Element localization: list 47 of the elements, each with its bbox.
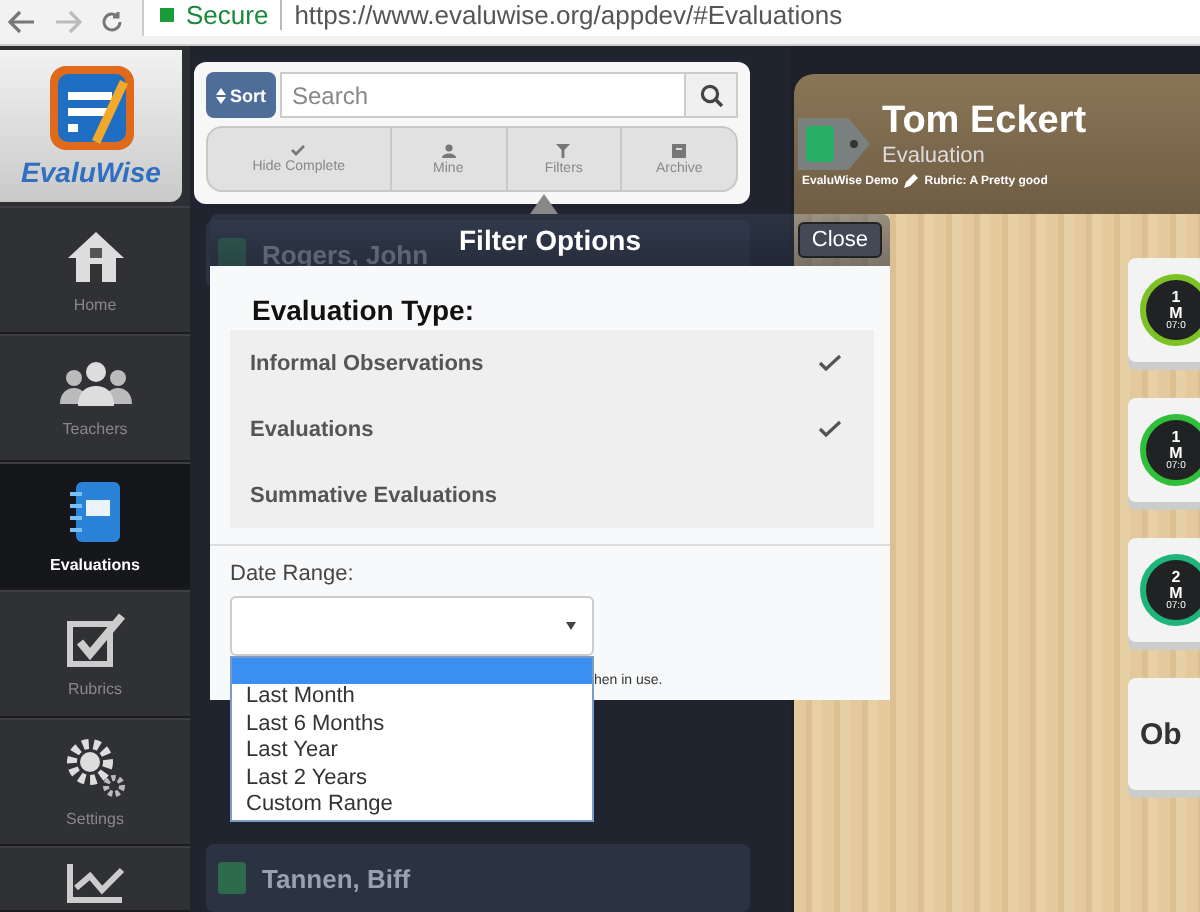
lock-icon [160, 7, 174, 21]
event-card[interactable]: Ob [1128, 678, 1200, 790]
list-item[interactable]: Tannen, Biff [206, 844, 750, 912]
dropdown-option[interactable]: Last 2 Years [232, 765, 592, 792]
secure-label: Secure [186, 0, 283, 29]
sort-icon [216, 87, 226, 103]
logo-icon [47, 64, 135, 152]
check-icon [290, 144, 307, 156]
sidebar-item[interactable]: Settings [0, 718, 190, 846]
sidebar-item[interactable]: Rubrics [0, 590, 190, 718]
type-option[interactable]: Informal Observations [250, 330, 854, 396]
people-icon [57, 359, 133, 407]
section-heading: Evaluation Type: [250, 292, 476, 330]
home-icon [65, 227, 125, 283]
dialog-title: Filter Options [459, 224, 641, 256]
sidebar-item[interactable] [0, 846, 190, 912]
type-option[interactable]: Summative Evaluations [250, 462, 854, 528]
search-field[interactable]: Search [280, 72, 686, 118]
checkbox-icon [65, 611, 125, 667]
archive-icon [672, 143, 687, 157]
person-icon [441, 143, 456, 157]
reload-icon[interactable] [100, 10, 124, 34]
sidebar-item[interactable]: Evaluations [0, 462, 190, 590]
dialog-pointer-icon [530, 194, 558, 214]
chart-icon [65, 864, 125, 904]
back-icon[interactable] [8, 10, 36, 34]
sidebar-item[interactable]: Home [0, 206, 190, 334]
filter-icon [556, 143, 571, 157]
search-icon [699, 83, 723, 107]
dropdown-option[interactable]: Custom Range [232, 792, 592, 819]
teacher-name: Tom Eckert [882, 100, 1087, 144]
caret-icon [566, 622, 576, 630]
sort-button[interactable]: Sort [206, 72, 276, 118]
dropdown-option[interactable]: Last Month [232, 684, 592, 711]
tag-icon [798, 118, 870, 170]
sidebar-item[interactable]: Teachers [0, 334, 190, 462]
url-text[interactable]: https://www.evaluwise.org/appdev/#Evaluations [294, 0, 843, 29]
subtitle: Evaluation [882, 144, 987, 168]
logo-tile[interactable]: EvaluWise [0, 50, 182, 202]
close-button[interactable]: Close [797, 222, 882, 258]
type-option[interactable]: Evaluations [250, 396, 854, 462]
gears-icon [63, 737, 127, 797]
dropdown-option[interactable]: Last Year [232, 738, 592, 765]
search-button[interactable] [686, 72, 738, 118]
pencil-icon[interactable] [904, 174, 919, 188]
dropdown-option[interactable]: Last 6 Months [232, 711, 592, 738]
logo-text: EvaluWise [21, 156, 161, 188]
